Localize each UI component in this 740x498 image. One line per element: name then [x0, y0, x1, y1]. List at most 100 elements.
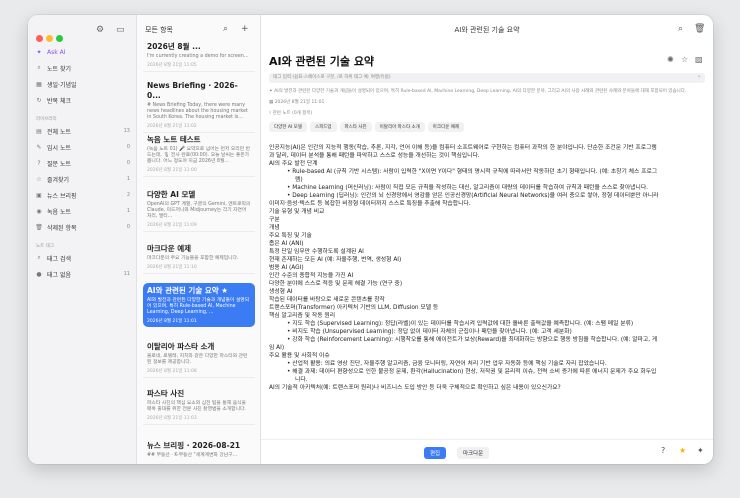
related-notes[interactable]: ⌇ 관련 노트 (0개 항목) [269, 110, 312, 116]
list-item[interactable]: 다양한 AI 모델 OpenAI의 GPT 계열, 구글의 Gemini, 앤트… [143, 187, 255, 232]
sidebar-item-repeat-check[interactable]: ↻ 반복 체크 [34, 94, 130, 106]
note-title: 마크다운 예제 [147, 244, 192, 253]
sidebar-item-label: 즐겨찾기 [47, 176, 70, 184]
star-icon[interactable]: ★ [679, 446, 686, 455]
note-title: AI와 관련된 기술 요약 ★ [147, 286, 228, 295]
list-item[interactable]: 2026년 8월 ... I'm currently creating a de… [143, 39, 255, 72]
note-date: 2026년 8월 21일 11:01 [147, 319, 197, 324]
body-line: 구분 [269, 217, 280, 223]
sidebar-item-count: 0 [126, 160, 130, 166]
sidebar-item-label: 녹음 노트 [47, 208, 71, 216]
sidebar-item-deleted[interactable]: 🗑 삭제된 항목 0 [34, 221, 130, 233]
question-icon: ? [37, 159, 41, 167]
star-icon[interactable]: ☆ [681, 55, 688, 64]
trash-icon[interactable]: 🗑 [694, 24, 705, 34]
body-line: 이미지·음성·텍스트 등 복잡한 비정형 데이터까지 스스로 특징을 추출해 학… [269, 201, 471, 207]
bottom-toolbar: 편집 마크다운 ? ★ ✦ [261, 439, 713, 464]
note-date: 2026년 8월 21일 11:02 [147, 124, 197, 129]
note-title[interactable]: AI와 관련된 기술 요약 [269, 53, 374, 69]
note-date: 2026년 8월 21일 11:03 [147, 416, 197, 421]
sidebar-item-news-briefing[interactable]: ▣ 뉴스 브리핑 2 [34, 189, 130, 201]
sparkle-icon[interactable]: ✦ [697, 446, 704, 455]
list-item[interactable]: 뉴스 브리핑 · 2026-08-21 ## 부동산 · K-부동산 "세계계변… [143, 438, 255, 462]
calendar-icon: ▦ [36, 80, 42, 88]
list-item[interactable]: 이탈리아 파스타 소개 볼로네, 로텔레, 지치와 같은 다양한 파스타와 관련… [143, 339, 255, 378]
window-title: AI와 관련된 기술 요약 [454, 26, 520, 34]
list-item-selected[interactable]: AI와 관련된 기술 요약 ★ AI와 발전과 관련된 다양한 기술과 개념들이… [143, 283, 255, 327]
sidebar-item-question-notes[interactable]: ? 질문 노트 0 [34, 157, 130, 169]
note-preview: # News Briefing Today, there were many n… [147, 103, 248, 120]
body-line: • 산업적 활용: 의료 영상 진단, 자율주행 알고리즘, 금융 모니터링, … [287, 361, 607, 367]
gear-icon[interactable]: ⚙ [96, 25, 104, 35]
related-chip[interactable]: 이탈리아 파스타 소개 [374, 122, 425, 132]
close-window-button[interactable] [36, 35, 43, 42]
related-chip[interactable]: 마크다운 예제 [427, 122, 465, 132]
search-icon[interactable]: ⌕ [678, 24, 683, 34]
body-line: • Rule-based AI (규칙 기반 시스템): 사람이 입력한 "X이… [287, 169, 658, 175]
note-preview: 마크다운의 주요 기능들을 포함한 예제입니다. [147, 256, 239, 261]
related-chip[interactable]: 스피드업 [309, 122, 337, 132]
body-line: 주요 활용 및 사회적 이슈 [269, 353, 330, 359]
body-line: • 비지도 학습 (Unsupervised Learning): 정답 없이 … [287, 329, 572, 335]
body-line: • 지도 학습 (Supervised Learning): 정답(라벨)이 있… [287, 321, 634, 327]
list-item[interactable]: 파스타 사진 파스타 사진의 핵심 요소와 심전 팁을 통해 음식을 매혹 출대… [143, 386, 255, 425]
body-line: • Machine Learning (머신러닝): 사람이 직접 모든 규칙을… [287, 185, 648, 191]
note-date-text: 2026년 8월 21일 11:01 [274, 100, 325, 105]
sidebar-item-label: 반복 체크 [47, 97, 71, 105]
minimize-window-button[interactable] [46, 35, 53, 42]
related-chip[interactable]: 파스타 사진 [339, 122, 372, 132]
related-chip[interactable]: 다양한 AI 모델 [269, 122, 307, 132]
note-title: News Briefing · 2026-0... [147, 81, 238, 100]
sidebar-item-recordings[interactable]: ◉ 녹음 노트 1 [34, 205, 130, 217]
sidebar-item-birthdays[interactable]: ▦ 생일·기념일 [34, 78, 130, 90]
sidebar-item-ask-ai[interactable]: ✦ Ask AI [34, 46, 130, 58]
note-date: 2026년 8월 21일 11:00 [147, 168, 197, 173]
note-body[interactable]: 인공지능(AI)은 인간의 지능적 행동(학습, 추론, 지각, 언어 이해 등… [269, 144, 703, 392]
note-date: 2026년 8월 21일 11:05 [147, 63, 197, 68]
tag-icon: ● [36, 270, 42, 278]
tag-input-placeholder: 태그 입력 (쉼표·스페이스로 구분, /로 하위 태그 예: 여행/유럽) [273, 75, 391, 80]
ai-summary: ✦ AI의 발전과 관련된 다양한 기술과 개념들이 설명되어 있으며, 특히 … [269, 88, 705, 94]
sidebar-item-count: 1 [126, 176, 130, 182]
traffic-lights [36, 27, 66, 46]
trash-icon: 🗑 [35, 223, 43, 231]
tag-input[interactable]: 태그 입력 (쉼표·스페이스로 구분, /로 하위 태그 예: 여행/유럽) ✧ [269, 73, 705, 83]
sidebar-item-all-notes[interactable]: ▤ 전체 노트 13 [34, 125, 130, 137]
zoom-window-button[interactable] [56, 35, 63, 42]
list-item[interactable]: News Briefing · 2026-0... # News Briefin… [143, 78, 255, 133]
body-line: • 해결 과제: 데이터 편향성으로 인한 불공정 문제, 환각(Halluci… [287, 369, 657, 375]
help-icon[interactable]: ? [661, 446, 665, 455]
image-icon[interactable]: ▨ [695, 55, 703, 64]
markdown-mode-button[interactable]: 마크다운 [457, 447, 490, 459]
sidebar-item-label: 삭제된 항목 [47, 224, 77, 232]
sidebar-item-label: 생일·기념일 [47, 81, 77, 89]
sparkle-icon[interactable]: ✺ [667, 55, 674, 64]
sidebar-item-label: 질문 노트 [47, 160, 71, 168]
sidebar-item-label: 노트 찾기 [47, 65, 71, 73]
body-line: 임 AI) [269, 345, 285, 351]
edit-mode-button[interactable]: 편집 [424, 447, 447, 459]
note-date: 2026년 8월 21일 11:09 [147, 223, 197, 228]
body-line: 생성형 AI [269, 289, 293, 295]
sidebar-item-draft-notes[interactable]: ✎ 임시 노트 0 [34, 141, 130, 153]
list-item[interactable]: 녹음 노트 테스트 (녹음 노트 01) 🎤 요약으로 넘어는 먼저 오리만 반… [143, 132, 255, 177]
sidebar-item-favorites[interactable]: ☆ 즐겨찾기 1 [34, 173, 130, 185]
magic-wand-icon[interactable]: ✧ [697, 73, 701, 83]
list-item[interactable]: 마크다운 예제 마크다운의 주요 기능들을 포함한 예제입니다. 2026년 8… [143, 241, 255, 274]
note-preview: 볼로네, 로텔레, 지치와 같은 다양한 파스타와 관련된 정보를 제공합니다. [147, 354, 248, 365]
note-title: 이탈리아 파스타 소개 [147, 342, 215, 351]
sidebar-item-tag-search[interactable]: ⌕ 태그 검색 [34, 252, 130, 264]
body-line: 인공지능(AI)은 인간의 지능적 행동(학습, 추론, 지각, 언어 이해 등… [269, 145, 657, 151]
note-preview: OpenAI의 GPT 계열, 구글의 Gemini, 앤트로픽의 Claude… [147, 202, 251, 219]
sidebar-item-find-notes[interactable]: ⌕ 노트 찾기 [34, 62, 130, 74]
note-preview: (녹음 노트 01) 🎤 요약으로 넘어는 먼저 오리만 반드는데, 🎙 전사 … [147, 147, 251, 164]
sidebar-item-label: 전체 노트 [47, 128, 71, 136]
sidebar-toggle-icon[interactable]: ▭ [116, 25, 125, 35]
note-title: 2026년 8월 ... [147, 42, 201, 51]
body-line: 트랜스포머(Transformer) 아키텍처 기반의 LLM, Diffusi… [269, 305, 439, 311]
sidebar-item-untagged[interactable]: ● 태그 없음 11 [34, 268, 130, 280]
search-icon[interactable]: ⌕ [223, 24, 228, 34]
note-preview: ## 부동산 · K-부동산 "세계계변화 강남구... [147, 453, 238, 458]
body-line: 핵심 알고리즘 및 작동 원리 [269, 313, 336, 319]
add-note-icon[interactable]: + [241, 24, 249, 34]
